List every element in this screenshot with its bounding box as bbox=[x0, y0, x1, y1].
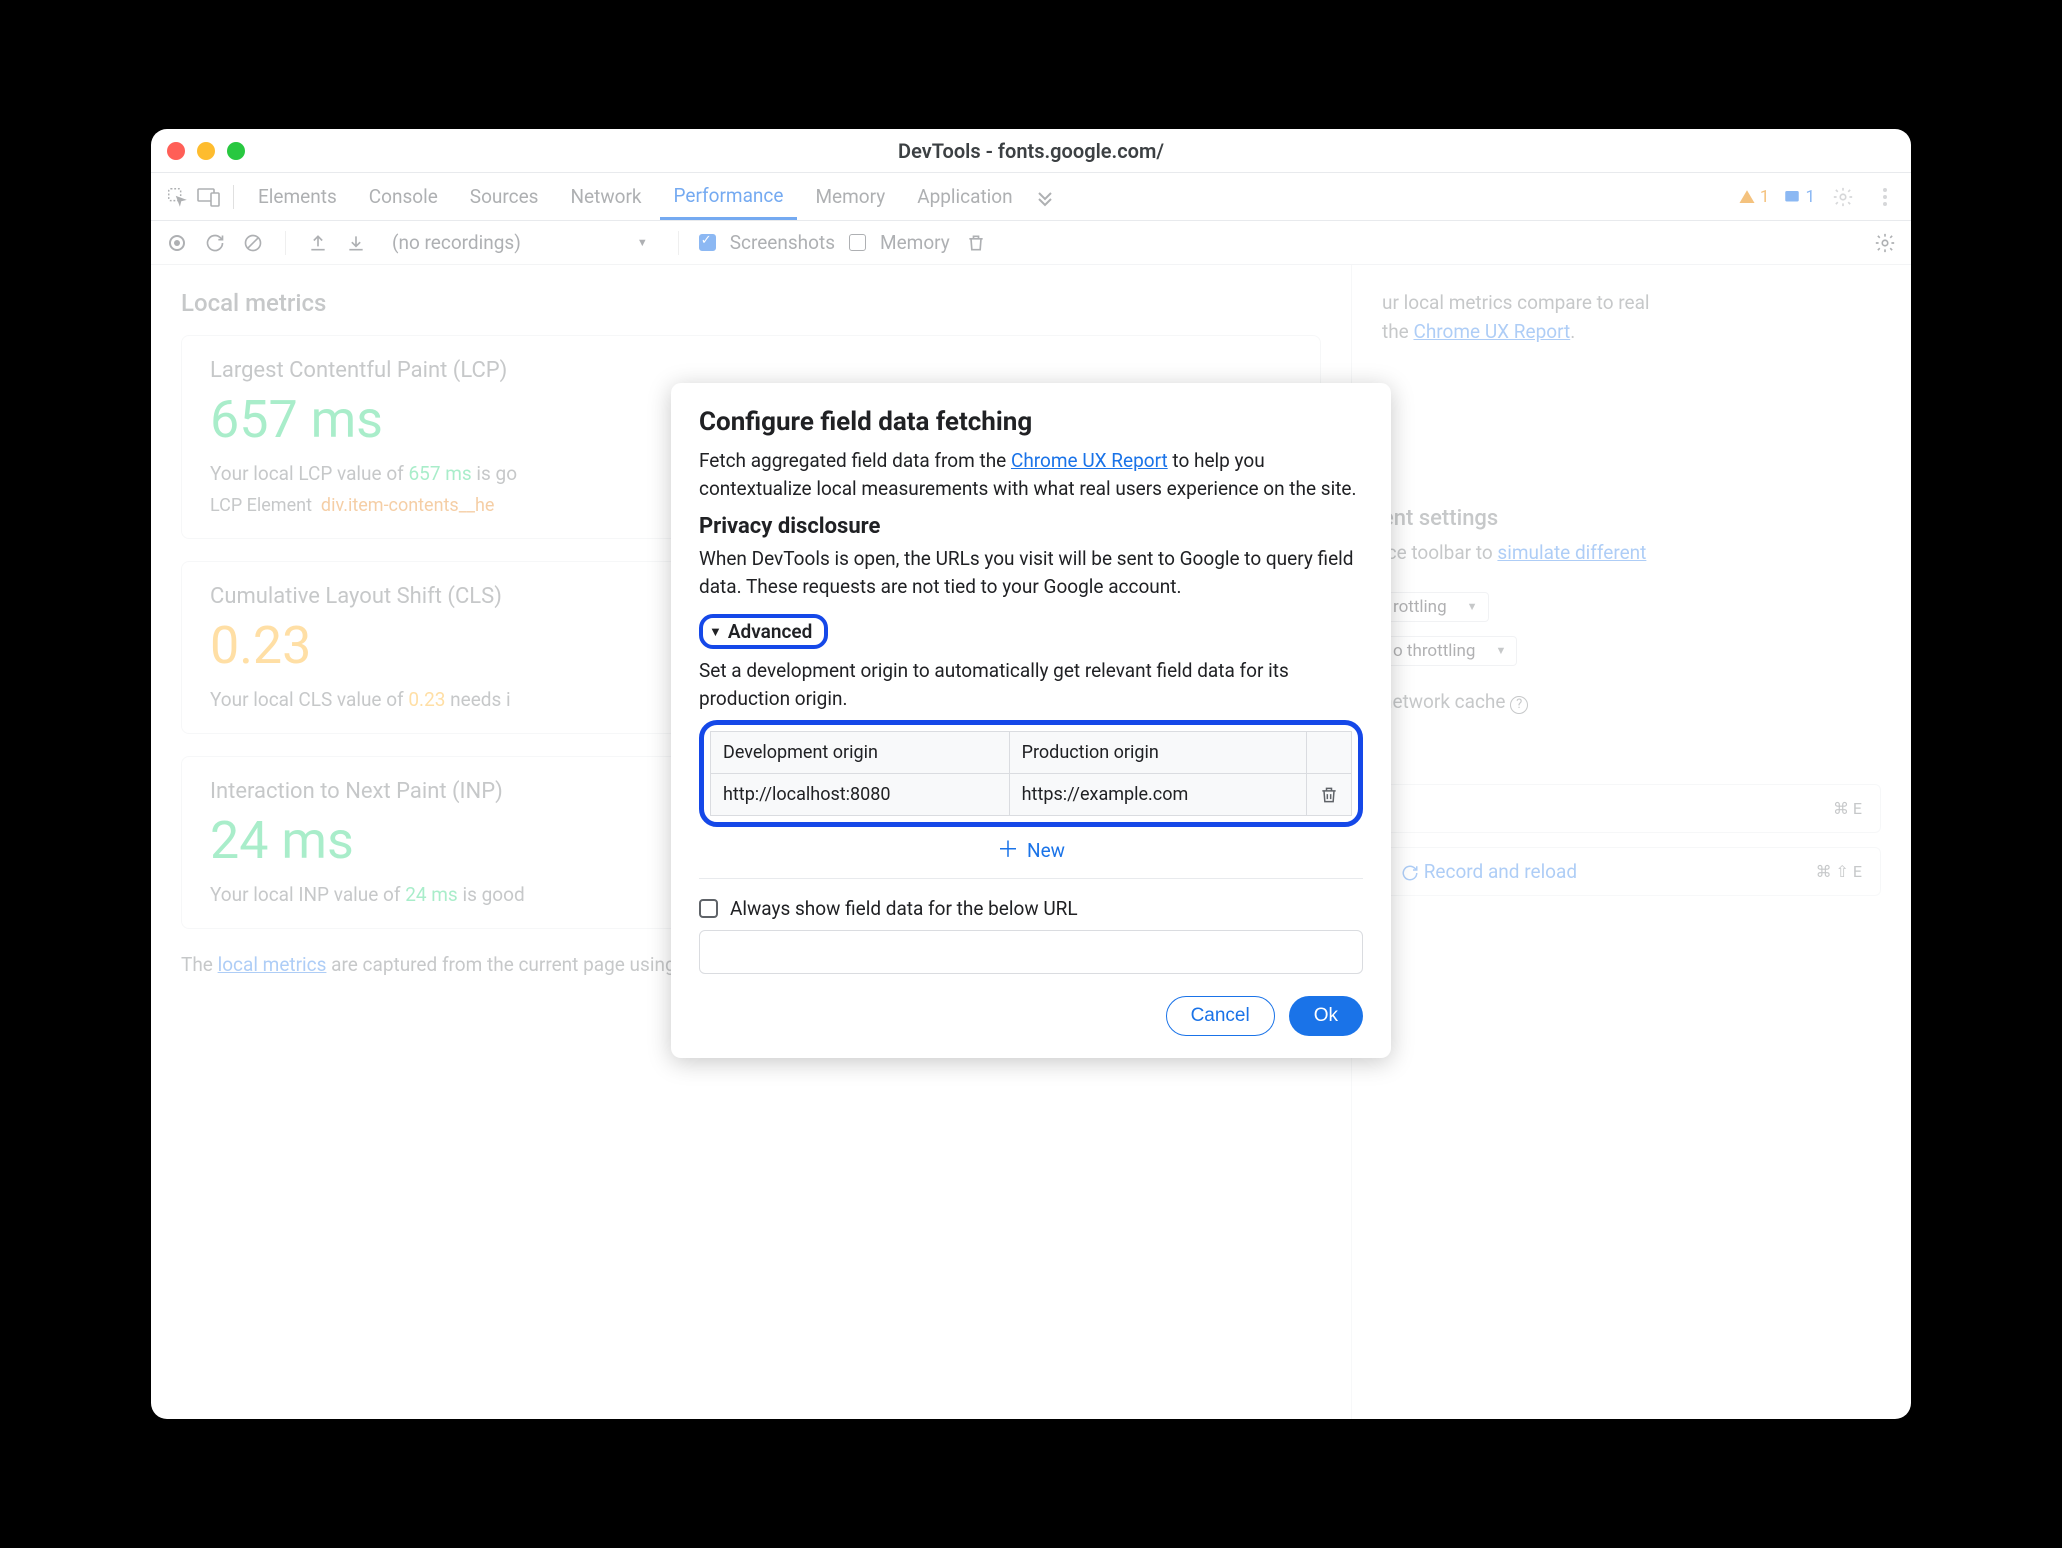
configure-field-data-dialog: Configure field data fetching Fetch aggr… bbox=[671, 383, 1391, 1058]
cancel-button[interactable]: Cancel bbox=[1166, 996, 1275, 1036]
settings-icon[interactable] bbox=[1829, 183, 1857, 211]
new-label: New bbox=[1027, 839, 1065, 862]
record-reload-kbd: ⌘ ⇧ E bbox=[1816, 862, 1862, 881]
more-tabs-icon[interactable] bbox=[1031, 183, 1059, 211]
advanced-desc: Set a development origin to automaticall… bbox=[699, 657, 1363, 712]
maximize-window-icon[interactable] bbox=[227, 142, 245, 160]
close-window-icon[interactable] bbox=[167, 142, 185, 160]
garbage-collect-icon[interactable] bbox=[964, 231, 988, 255]
always-show-label: Always show field data for the below URL bbox=[730, 897, 1078, 920]
reload-icon[interactable] bbox=[203, 231, 227, 255]
record-action[interactable]: x ⌘ E bbox=[1382, 784, 1881, 833]
local-metrics-title: Local metrics bbox=[181, 289, 1321, 317]
advanced-label: Advanced bbox=[728, 620, 812, 643]
issues-badge[interactable]: 1 bbox=[1783, 187, 1815, 207]
titlebar: DevTools - fonts.google.com/ bbox=[151, 129, 1911, 173]
origin-row: http://localhost:8080 https://example.co… bbox=[711, 774, 1352, 816]
lcp-label: Largest Contentful Paint (LCP) bbox=[210, 358, 1292, 383]
memory-checkbox[interactable] bbox=[849, 234, 866, 251]
inspect-icon[interactable] bbox=[163, 183, 191, 211]
kebab-menu-icon[interactable] bbox=[1871, 183, 1899, 211]
record-icon[interactable] bbox=[165, 231, 189, 255]
simulate-link[interactable]: simulate different bbox=[1497, 541, 1646, 564]
th-prod-origin: Production origin bbox=[1009, 732, 1306, 774]
network-throttle-select[interactable]: o throttling▼ bbox=[1382, 636, 1517, 666]
cpu-throttle-select[interactable]: rottling▼ bbox=[1382, 592, 1489, 622]
env-settings-title: ent settings bbox=[1382, 506, 1881, 531]
record-reload-action[interactable]: Record and reload ⌘ ⇧ E bbox=[1382, 847, 1881, 896]
tab-sources[interactable]: Sources bbox=[456, 175, 553, 218]
tab-application[interactable]: Application bbox=[903, 175, 1026, 218]
privacy-title: Privacy disclosure bbox=[699, 514, 1363, 539]
privacy-text: When DevTools is open, the URLs you visi… bbox=[699, 545, 1363, 600]
dev-origin-cell[interactable]: http://localhost:8080 bbox=[711, 774, 1010, 816]
record-kbd: ⌘ E bbox=[1833, 799, 1862, 818]
tab-network[interactable]: Network bbox=[556, 175, 655, 218]
tab-memory[interactable]: Memory bbox=[801, 175, 899, 218]
chevron-down-icon: ▼ bbox=[709, 624, 722, 640]
clear-icon[interactable] bbox=[241, 231, 265, 255]
window-title: DevTools - fonts.google.com/ bbox=[898, 139, 1164, 163]
tab-console[interactable]: Console bbox=[355, 175, 452, 218]
th-dev-origin: Development origin bbox=[711, 732, 1010, 774]
recordings-dropdown[interactable]: (no recordings) ▼ bbox=[382, 228, 658, 257]
issues-count: 1 bbox=[1805, 187, 1815, 207]
cache-row: network cache ? bbox=[1382, 688, 1881, 717]
add-new-row-button[interactable]: ＋ New bbox=[699, 827, 1363, 879]
recordings-label: (no recordings) bbox=[392, 231, 521, 254]
local-metrics-link[interactable]: local metrics bbox=[218, 953, 327, 976]
tab-performance[interactable]: Performance bbox=[660, 174, 798, 220]
device-toolbar-icon[interactable] bbox=[195, 183, 223, 211]
toolbar-settings-icon[interactable] bbox=[1873, 231, 1897, 255]
always-show-checkbox[interactable] bbox=[699, 899, 718, 918]
memory-label: Memory bbox=[880, 231, 950, 254]
ok-button[interactable]: Ok bbox=[1289, 996, 1363, 1036]
tab-elements[interactable]: Elements bbox=[244, 175, 351, 218]
crux-link[interactable]: Chrome UX Report bbox=[1413, 320, 1570, 343]
url-override-input[interactable] bbox=[699, 930, 1363, 974]
warnings-count: 1 bbox=[1760, 187, 1770, 207]
field-data-panel: ur local metrics compare to real the Chr… bbox=[1351, 265, 1911, 1419]
crux-report-link[interactable]: Chrome UX Report bbox=[1011, 449, 1168, 472]
screenshots-label: Screenshots bbox=[730, 231, 835, 254]
upload-icon[interactable] bbox=[306, 231, 330, 255]
delete-row-button[interactable] bbox=[1307, 774, 1352, 816]
dialog-desc: Fetch aggregated field data from the Chr… bbox=[699, 447, 1363, 502]
dialog-title: Configure field data fetching bbox=[699, 407, 1363, 437]
devtools-window: DevTools - fonts.google.com/ Elements Co… bbox=[151, 129, 1911, 1419]
origin-mapping-table: Development origin Production origin htt… bbox=[699, 720, 1363, 827]
compare-text: ur local metrics compare to real the Chr… bbox=[1382, 289, 1881, 346]
screenshots-checkbox[interactable] bbox=[699, 234, 716, 251]
always-show-row: Always show field data for the below URL bbox=[699, 897, 1363, 920]
performance-toolbar: (no recordings) ▼ Screenshots Memory bbox=[151, 221, 1911, 265]
warnings-badge[interactable]: 1 bbox=[1738, 187, 1770, 207]
devtools-tabs: Elements Console Sources Network Perform… bbox=[151, 173, 1911, 221]
download-icon[interactable] bbox=[344, 231, 368, 255]
advanced-toggle[interactable]: ▼ Advanced bbox=[699, 614, 828, 649]
window-controls bbox=[167, 142, 245, 160]
plus-icon: ＋ bbox=[997, 840, 1019, 862]
minimize-window-icon[interactable] bbox=[197, 142, 215, 160]
prod-origin-cell[interactable]: https://example.com bbox=[1009, 774, 1306, 816]
